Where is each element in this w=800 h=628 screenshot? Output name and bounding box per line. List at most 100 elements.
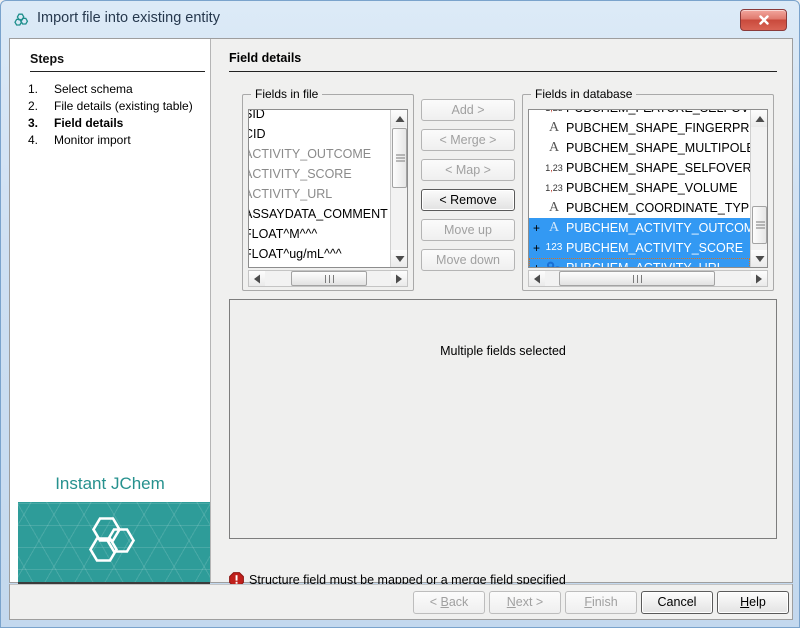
steps-list: 1. Select schema 2. File details (existi… [28, 81, 208, 149]
page-title-divider [229, 71, 777, 72]
fields-in-database-legend: Fields in database [531, 87, 636, 101]
number-icon: 1,23 [542, 110, 566, 118]
grip-icon [756, 220, 765, 231]
grip-icon [396, 153, 405, 164]
list-item[interactable]: APUBCHEM_SHAPE_FINGERPRINT [529, 118, 750, 138]
list-item[interactable]: CID [249, 124, 390, 144]
list-item[interactable]: ASSAYDATA_COMMENT [249, 204, 390, 224]
help-button[interactable]: Help [717, 591, 789, 614]
mapped-marker: + [531, 218, 542, 238]
next-button[interactable]: Next > [489, 591, 561, 614]
fields-in-database-hscrollbar[interactable] [528, 270, 768, 287]
scroll-up-icon[interactable] [391, 110, 408, 127]
list-item[interactable]: APUBCHEM_SHAPE_MULTIPOLES [529, 138, 750, 158]
list-item[interactable]: FLOAT^ug/mL^^^ [249, 244, 390, 264]
fields-in-file-viewport: SID CID ACTIVITY_OUTCOME ACTIVITY_SCORE … [249, 110, 390, 267]
list-item[interactable]: 1,23PUBCHEM_FEATURE_SELFOVERLA [529, 110, 750, 118]
fields-in-file-legend: Fields in file [251, 87, 322, 101]
finish-button[interactable]: Finish [565, 591, 637, 614]
list-item-label: PUBCHEM_SHAPE_MULTIPOLES [566, 141, 750, 155]
list-item[interactable]: ACTIVITY_OUTCOME [249, 144, 390, 164]
fields-in-file-listbox[interactable]: SID CID ACTIVITY_OUTCOME ACTIVITY_SCORE … [248, 109, 408, 268]
list-item[interactable]: APUBCHEM_COORDINATE_TYPE [529, 198, 750, 218]
footer-divider [10, 584, 792, 585]
detail-message: Multiple fields selected [230, 344, 776, 358]
dialog-footer: < Back Next > Finish Cancel Help [9, 584, 793, 620]
scroll-right-icon[interactable] [751, 271, 767, 286]
fields-in-file-items: SID CID ACTIVITY_OUTCOME ACTIVITY_SCORE … [249, 110, 390, 267]
list-item-label: PUBCHEM_ACTIVITY_OUTCOME [566, 221, 750, 235]
fields-in-database-vscrollbar[interactable] [750, 110, 767, 267]
list-item[interactable]: SID [249, 110, 390, 124]
jchem-molecule-icon [13, 11, 31, 29]
scroll-down-icon[interactable] [391, 250, 408, 267]
mapped-marker: + [531, 258, 542, 267]
merge-button[interactable]: < Merge > [421, 129, 515, 151]
page-title: Field details [229, 51, 301, 65]
list-item[interactable]: 1,23PUBCHEM_SHAPE_VOLUME [529, 178, 750, 198]
number-icon: 1,23 [542, 158, 566, 178]
step-number: 4. [28, 132, 54, 148]
number-icon: 1,23 [542, 178, 566, 198]
list-item-label: PUBCHEM_FEATURE_SELFOVERLA [566, 110, 750, 115]
field-detail-panel: Multiple fields selected [229, 299, 777, 539]
list-item-label: PUBCHEM_ACTIVITY_URL [566, 261, 724, 267]
list-item[interactable]: +APUBCHEM_ACTIVITY_OUTCOME [529, 218, 750, 238]
list-item[interactable]: 1,23PUBCHEM_SHAPE_SELFOVERLAP [529, 158, 750, 178]
list-item-label: PUBCHEM_SHAPE_FINGERPRINT [566, 121, 750, 135]
grip-icon [631, 272, 643, 286]
vscroll-thumb[interactable] [392, 128, 407, 188]
grip-icon [323, 272, 335, 286]
list-item[interactable]: FLOAT^M^^^ [249, 224, 390, 244]
step-item-1: 1. Select schema [28, 81, 208, 97]
text-icon: A [542, 138, 566, 158]
main-panel: Field details Fields in file SID CID ACT… [211, 39, 792, 582]
scroll-down-icon[interactable] [751, 250, 768, 267]
text-icon: A [542, 198, 566, 218]
integer-icon: 123 [542, 238, 566, 258]
close-icon [757, 14, 770, 27]
step-label: Monitor import [54, 132, 208, 148]
fields-in-database-listbox[interactable]: 1,23PUBCHEM_FEATURE_SELFOVERLA APUBCHEM_… [528, 109, 768, 268]
list-item[interactable]: +123PUBCHEM_ACTIVITY_SCORE [529, 238, 750, 258]
scroll-right-icon[interactable] [391, 271, 407, 286]
scroll-left-icon[interactable] [529, 271, 545, 286]
list-item[interactable]: ACTIVITY_SCORE [249, 164, 390, 184]
brand-panel [18, 502, 210, 584]
dialog-body: Steps 1. Select schema 2. File details (… [9, 38, 793, 583]
steps-sidebar: Steps 1. Select schema 2. File details (… [10, 39, 211, 582]
mapped-marker: + [531, 238, 542, 258]
steps-heading: Steps [30, 52, 64, 66]
scroll-left-icon[interactable] [249, 271, 265, 286]
window-title: Import file into existing entity [37, 10, 220, 26]
fields-in-file-vscrollbar[interactable] [390, 110, 407, 267]
text-icon: A [542, 118, 566, 138]
remove-button[interactable]: < Remove [421, 189, 515, 211]
step-label: File details (existing table) [54, 98, 208, 114]
back-button[interactable]: < Back [413, 591, 485, 614]
list-item-label: PUBCHEM_ACTIVITY_SCORE [566, 241, 743, 255]
list-item[interactable]: + PUBCHEM_ACTIVITY_URL [529, 258, 750, 267]
link-icon [542, 258, 566, 267]
hscroll-thumb[interactable] [559, 271, 715, 286]
text-icon: A [542, 218, 566, 238]
move-down-button[interactable]: Move down [421, 249, 515, 271]
scroll-up-icon[interactable] [751, 110, 768, 127]
list-item[interactable]: ACTIVITY_URL [249, 184, 390, 204]
add-button[interactable]: Add > [421, 99, 515, 121]
step-label: Field details [54, 115, 208, 131]
hscroll-thumb[interactable] [291, 271, 367, 286]
transfer-buttons: Add > < Merge > < Map > < Remove Move up… [421, 99, 515, 279]
map-button[interactable]: < Map > [421, 159, 515, 181]
step-label: Select schema [54, 81, 208, 97]
move-up-button[interactable]: Move up [421, 219, 515, 241]
step-number: 1. [28, 81, 54, 97]
close-button[interactable] [740, 9, 787, 31]
list-item[interactable]: FLOAT^u^^^ [249, 264, 390, 267]
cancel-button[interactable]: Cancel [641, 591, 713, 614]
dialog-window: Import file into existing entity Steps 1… [0, 0, 800, 628]
fields-in-file-hscrollbar[interactable] [248, 270, 408, 287]
fields-in-database-items: 1,23PUBCHEM_FEATURE_SELFOVERLA APUBCHEM_… [529, 110, 750, 267]
vscroll-thumb[interactable] [752, 206, 767, 244]
step-item-3: 3. Field details [28, 115, 208, 131]
